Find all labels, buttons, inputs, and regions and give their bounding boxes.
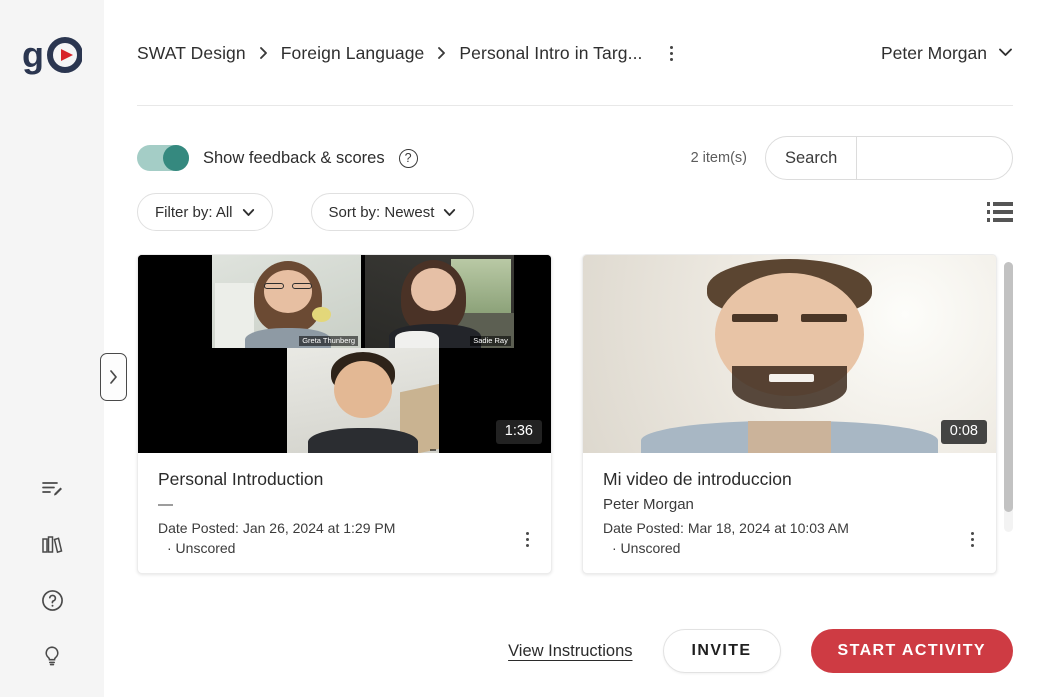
- toolbar-row-filters: Filter by: All Sort by: Newest: [137, 192, 1013, 232]
- activity-toolbar: Show feedback & scores ? 2 item(s) Searc…: [104, 106, 1050, 232]
- submission-grid: Greta Thunberg Sadie Ray 1:36 Personal I…: [137, 254, 1013, 574]
- submission-card-body: Personal Introduction — Date Posted: Jan…: [138, 453, 551, 573]
- submission-card-body: Mi video de introduccion Peter Morgan Da…: [583, 453, 996, 573]
- chevron-down-icon: [242, 204, 255, 221]
- search-input[interactable]: [857, 137, 1012, 179]
- content-scrollbar[interactable]: [1004, 262, 1013, 532]
- submission-overflow-menu-icon[interactable]: [517, 529, 537, 551]
- video-duration-badge: 0:08: [940, 420, 987, 444]
- single-speaker-frame: [583, 255, 996, 453]
- library-books-icon[interactable]: [35, 527, 69, 561]
- help-circle-icon[interactable]: [35, 583, 69, 617]
- breadcrumb: SWAT Design Foreign Language Personal In…: [137, 41, 683, 65]
- item-count-label: 2 item(s): [690, 150, 747, 166]
- video-thumbnail[interactable]: 0:08: [583, 255, 996, 453]
- toggle-knob: [163, 145, 189, 171]
- participant-name-label: [430, 448, 437, 451]
- show-feedback-toggle[interactable]: [137, 145, 189, 171]
- list-view-toggle-icon[interactable]: [987, 199, 1013, 225]
- chevron-down-icon: [443, 204, 456, 221]
- view-instructions-link[interactable]: View Instructions: [508, 642, 632, 661]
- help-question-icon[interactable]: ?: [398, 148, 418, 168]
- filter-by-dropdown[interactable]: Filter by: All: [137, 193, 273, 231]
- feedback-toggle-group: Show feedback & scores ?: [137, 145, 418, 171]
- sort-by-label: Sort by: Newest: [328, 203, 435, 221]
- participant-tile: Sadie Ray: [365, 255, 514, 349]
- submission-score-status: · Unscored: [167, 540, 236, 557]
- user-name-label: Peter Morgan: [880, 42, 987, 63]
- submission-title: Personal Introduction: [158, 469, 324, 489]
- main-panel: SWAT Design Foreign Language Personal In…: [104, 0, 1050, 697]
- show-feedback-label: Show feedback & scores: [203, 148, 385, 167]
- toolbar-row-primary: Show feedback & scores ? 2 item(s) Searc…: [137, 136, 1013, 180]
- notes-edit-icon[interactable]: [35, 471, 69, 505]
- participant-name-label: Sadie Ray: [470, 335, 511, 347]
- lightbulb-icon[interactable]: [35, 639, 69, 673]
- scrollbar-thumb[interactable]: [1004, 262, 1013, 512]
- invite-button[interactable]: INVITE: [662, 629, 781, 673]
- submission-title: Mi video de introduccion: [603, 469, 792, 489]
- filter-pill-group: Filter by: All Sort by: Newest: [137, 193, 475, 231]
- breadcrumb-item-folder[interactable]: Foreign Language: [281, 43, 425, 64]
- toolbar-right-group: 2 item(s) Search: [691, 136, 1013, 180]
- breadcrumb-separator-icon: [259, 46, 268, 60]
- breadcrumb-item-activity[interactable]: Personal Intro in Targ...: [459, 43, 642, 64]
- start-activity-button[interactable]: START ACTIVITY: [810, 629, 1013, 673]
- page-header: SWAT Design Foreign Language Personal In…: [104, 0, 1050, 106]
- app-root: g SWAT Design Foreign Language Personal …: [0, 0, 1050, 697]
- submission-date: Date Posted: Jan 26, 2024 at 1:29 PM: [158, 520, 396, 536]
- participant-tile: [286, 348, 440, 453]
- video-duration-badge: 1:36: [495, 420, 542, 444]
- participant-tile: Greta Thunberg: [212, 255, 361, 349]
- submission-date: Date Posted: Mar 18, 2024 at 10:03 AM: [603, 520, 849, 536]
- action-footer: View Instructions INVITE START ACTIVITY: [208, 615, 1050, 697]
- breadcrumb-item-course[interactable]: SWAT Design: [137, 43, 246, 64]
- app-logo[interactable]: g: [22, 34, 83, 78]
- search-button-label[interactable]: Search: [766, 137, 858, 179]
- submission-card[interactable]: Greta Thunberg Sadie Ray 1:36 Personal I…: [137, 254, 552, 574]
- breadcrumb-separator-icon-2: [437, 46, 446, 60]
- search-box: Search: [765, 136, 1013, 180]
- filter-by-label: Filter by: All: [155, 203, 233, 221]
- sort-by-dropdown[interactable]: Sort by: Newest: [310, 193, 475, 231]
- svg-text:g: g: [22, 34, 44, 75]
- submission-overflow-menu-icon[interactable]: [962, 529, 982, 551]
- left-nav-rail: g: [0, 0, 104, 697]
- submission-card[interactable]: 0:08 Mi video de introduccion Peter Morg…: [582, 254, 997, 574]
- breadcrumb-overflow-menu-icon[interactable]: [661, 41, 683, 65]
- participant-name-label: Greta Thunberg: [299, 335, 359, 347]
- panel-expand-toggle[interactable]: [100, 353, 127, 401]
- submission-author: —: [158, 495, 173, 513]
- submission-score-status: · Unscored: [612, 540, 681, 557]
- rail-icon-group: [0, 471, 104, 673]
- video-thumbnail[interactable]: Greta Thunberg Sadie Ray 1:36: [138, 255, 551, 453]
- chevron-down-icon: [998, 44, 1013, 62]
- user-menu[interactable]: Peter Morgan: [881, 43, 1013, 64]
- video-conference-grid: Greta Thunberg Sadie Ray: [138, 255, 551, 453]
- submission-author: Peter Morgan: [603, 495, 694, 513]
